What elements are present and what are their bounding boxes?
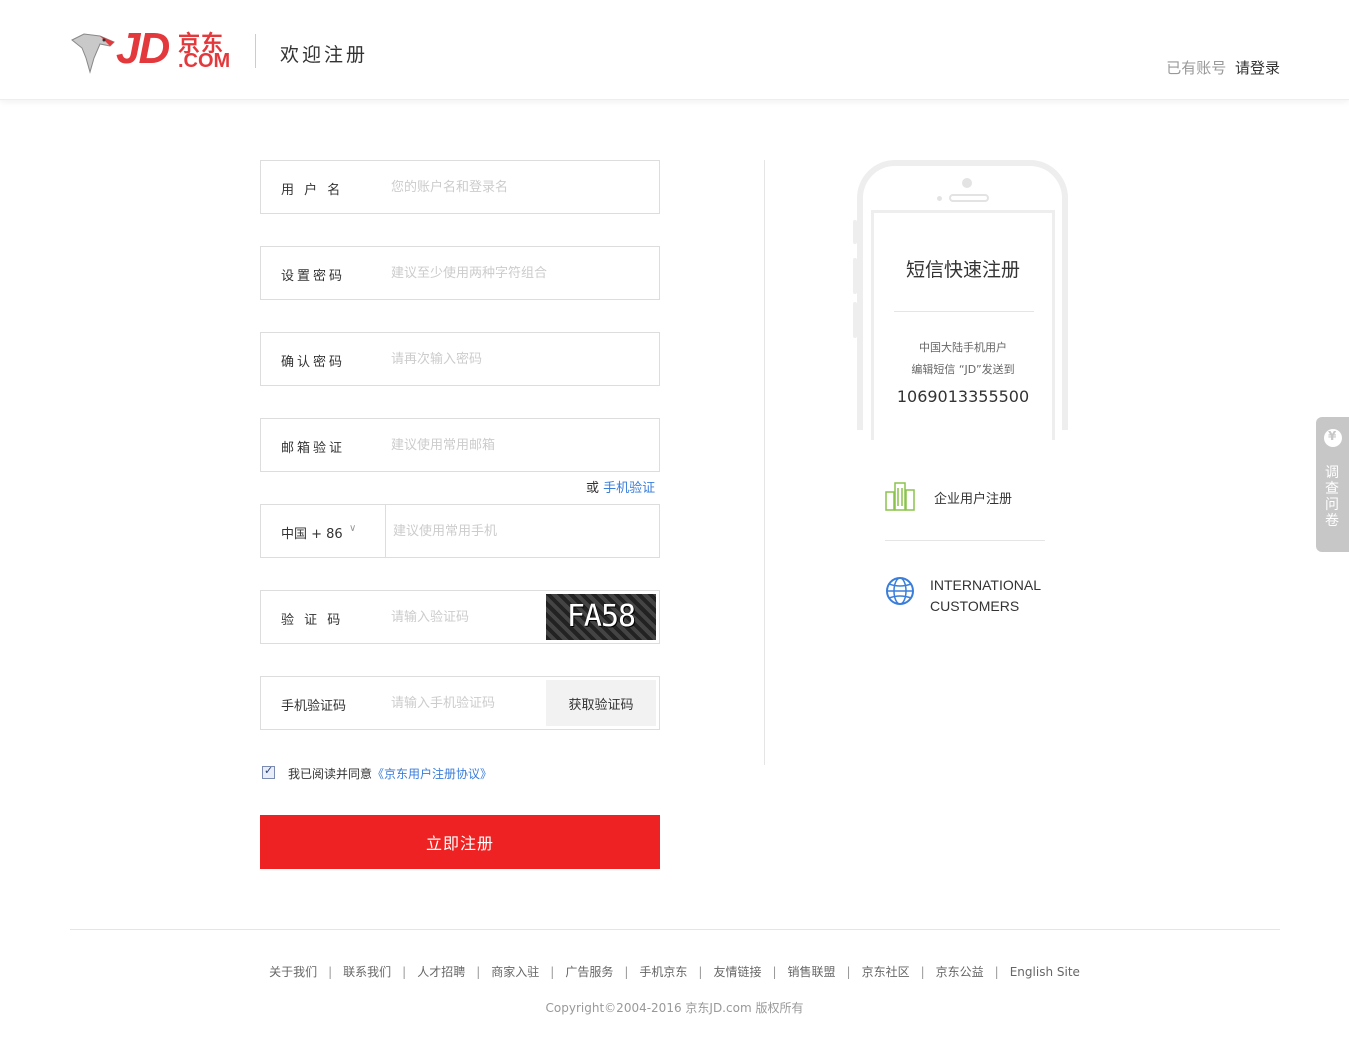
footer-separator: | bbox=[550, 965, 555, 979]
footer-separator: | bbox=[994, 965, 999, 979]
footer-link-merchants[interactable]: 商家入驻 bbox=[491, 965, 539, 979]
international-customers-label: INTERNATIONAL CUSTOMERS bbox=[930, 575, 1041, 617]
phone-side-button bbox=[853, 220, 857, 244]
phone-camera-icon bbox=[962, 178, 972, 188]
sms-register-promo: 短信快速注册 中国大陆手机用户 编辑短信 “JD”发送到 10690133555… bbox=[853, 160, 1068, 440]
confirm-password-label: 确认密码 bbox=[281, 355, 346, 370]
phone-verify-link[interactable]: 手机验证 bbox=[603, 481, 655, 496]
phone-sensor-icon bbox=[937, 196, 942, 201]
agreement-label: 我已阅读并同意《京东用户注册协议》 bbox=[288, 765, 492, 782]
survey-tab[interactable]: 调查问卷 bbox=[1316, 417, 1349, 552]
captcha-image[interactable]: FA58 bbox=[546, 594, 656, 640]
login-prompt-text: 已有账号 bbox=[1166, 59, 1227, 77]
footer-separator: | bbox=[698, 965, 703, 979]
survey-label: 调查问卷 bbox=[1325, 465, 1339, 529]
promo-divider bbox=[894, 311, 1034, 312]
agreement-checkbox[interactable] bbox=[262, 764, 275, 779]
footer-link-community[interactable]: 京东社区 bbox=[862, 965, 910, 979]
password-input[interactable] bbox=[391, 261, 641, 285]
country-code-value: 中国 + 86 bbox=[281, 527, 343, 542]
promo-desc-line2: 编辑短信 “JD”发送到 bbox=[911, 363, 1015, 376]
promo-desc-line1: 中国大陆手机用户 bbox=[919, 341, 1007, 354]
chevron-down-icon: ∨ bbox=[349, 523, 357, 534]
username-field: 用 户 名 bbox=[260, 160, 660, 214]
password-label: 设置密码 bbox=[281, 269, 346, 284]
footer-separator: | bbox=[624, 965, 629, 979]
email-input[interactable] bbox=[391, 433, 641, 457]
login-prompt: 已有账号 请登录 bbox=[1166, 57, 1280, 78]
logo-com-text: .COM bbox=[178, 50, 231, 72]
phone-side-button bbox=[853, 258, 857, 294]
copyright: Copyright©2004-2016 京东JD.com 版权所有 bbox=[545, 1001, 804, 1015]
side-divider bbox=[885, 540, 1045, 541]
alt-verify: 或 手机验证 bbox=[586, 477, 655, 496]
vertical-divider bbox=[764, 160, 765, 765]
footer-link-about[interactable]: 关于我们 bbox=[269, 965, 317, 979]
jd-logo[interactable]: JD 京东 .COM bbox=[70, 24, 232, 74]
sms-code-input[interactable] bbox=[391, 691, 541, 715]
password-field: 设置密码 bbox=[260, 246, 660, 300]
yen-icon bbox=[1324, 429, 1342, 447]
footer-link-friends[interactable]: 友情链接 bbox=[713, 965, 761, 979]
building-icon bbox=[885, 482, 915, 511]
username-label: 用 户 名 bbox=[281, 183, 344, 198]
country-code-select[interactable]: 中国 + 86 ∨ bbox=[261, 505, 386, 557]
agreement-link[interactable]: 《京东用户注册协议》 bbox=[372, 767, 492, 781]
phone-speaker-icon bbox=[949, 194, 989, 202]
footer-link-ads[interactable]: 广告服务 bbox=[565, 965, 613, 979]
get-sms-code-button[interactable]: 获取验证码 bbox=[546, 680, 656, 726]
footer-separator: | bbox=[920, 965, 925, 979]
globe-icon bbox=[886, 577, 914, 605]
international-label-line2: CUSTOMERS bbox=[930, 598, 1020, 614]
footer-link-mobile[interactable]: 手机京东 bbox=[639, 965, 687, 979]
captcha-label: 验 证 码 bbox=[281, 613, 344, 628]
footer-link-charity[interactable]: 京东公益 bbox=[936, 965, 984, 979]
phone-screen: 短信快速注册 中国大陆手机用户 编辑短信 “JD”发送到 10690133555… bbox=[871, 210, 1055, 440]
username-input[interactable] bbox=[391, 175, 641, 199]
sms-code-field: 手机验证码 获取验证码 bbox=[260, 676, 660, 730]
logo-jd-text: JD bbox=[116, 24, 170, 73]
agreement-text: 我已阅读并同意 bbox=[288, 767, 373, 781]
footer-separator: | bbox=[328, 965, 333, 979]
email-label: 邮箱验证 bbox=[281, 441, 346, 456]
login-link[interactable]: 请登录 bbox=[1235, 59, 1280, 77]
header: JD 京东 .COM 欢迎注册 已有账号 请登录 bbox=[0, 0, 1349, 100]
footer-link-careers[interactable]: 人才招聘 bbox=[417, 965, 465, 979]
international-label-line1: INTERNATIONAL bbox=[930, 577, 1041, 593]
footer-links: 关于我们 | 联系我们 | 人才招聘 | 商家入驻 | 广告服务 | 手机京东 | 友情链接 | 销售联盟 |… bbox=[0, 963, 1349, 980]
jd-mascot-icon bbox=[71, 33, 115, 74]
confirm-password-field: 确认密码 bbox=[260, 332, 660, 386]
email-field: 邮箱验证 bbox=[260, 418, 660, 472]
sms-code-label: 手机验证码 bbox=[281, 699, 347, 714]
enterprise-register-label: 企业用户注册 bbox=[934, 492, 1013, 507]
footer-separator: | bbox=[846, 965, 851, 979]
register-button[interactable]: 立即注册 bbox=[260, 815, 660, 869]
confirm-password-input[interactable] bbox=[391, 347, 641, 371]
captcha-input[interactable] bbox=[391, 605, 541, 629]
footer-link-english[interactable]: English Site bbox=[1010, 965, 1080, 979]
header-divider bbox=[255, 34, 256, 68]
phone-field: 中国 + 86 ∨ bbox=[260, 504, 660, 558]
footer-separator: | bbox=[476, 965, 481, 979]
footer-divider bbox=[70, 929, 1280, 930]
captcha-field: 验 证 码 FA58 bbox=[260, 590, 660, 644]
footer-link-contact[interactable]: 联系我们 bbox=[343, 965, 391, 979]
page-title: 欢迎注册 bbox=[280, 44, 369, 66]
phone-side-button bbox=[853, 302, 857, 338]
promo-sms-number: 1069013355500 bbox=[896, 387, 1030, 406]
footer-link-alliance[interactable]: 销售联盟 bbox=[788, 965, 836, 979]
alt-verify-prefix: 或 bbox=[586, 481, 600, 496]
promo-title: 短信快速注册 bbox=[905, 259, 1020, 281]
footer-separator: | bbox=[772, 965, 777, 979]
phone-input[interactable] bbox=[393, 519, 643, 543]
footer-separator: | bbox=[402, 965, 407, 979]
